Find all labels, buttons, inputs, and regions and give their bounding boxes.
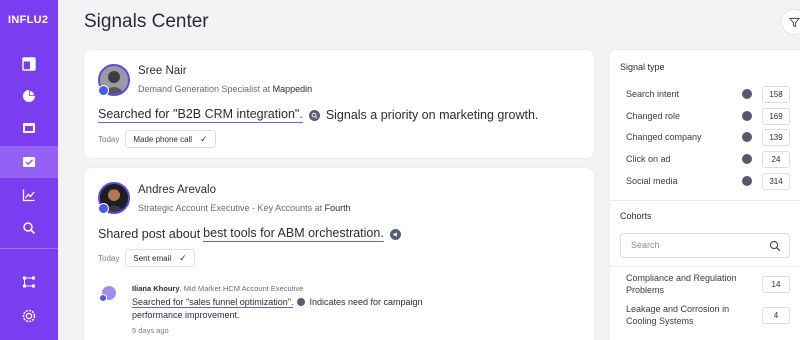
profile-badge-icon [98,85,109,96]
count-badge: 314 [762,172,790,190]
filter-click-on-ad[interactable]: Click on ad 24 [626,150,790,168]
company-signal-icon [742,132,752,142]
signal-meta: Today Sent email ✓ [98,249,195,267]
action-chip[interactable]: Made phone call ✓ [125,130,216,148]
signal-date: Today [98,134,120,144]
nav-workflows[interactable] [0,266,58,298]
panel-divider [610,200,800,201]
nav-dashboard[interactable] [0,48,58,80]
click-signal-icon [742,154,752,164]
count-badge: 158 [762,85,790,103]
checkbox-icon [23,157,35,167]
check-icon: ✓ [179,252,187,263]
window-icon [23,123,35,133]
person-role: Demand Generation Specialist at [138,84,273,94]
count-badge: 139 [762,128,790,146]
pie-chart-icon [23,90,35,102]
cohort-search[interactable] [620,233,790,258]
workflow-icon [23,276,35,288]
filter-panel: Signal type Search intent 158 Changed ro… [610,50,800,340]
search-signal-icon [297,298,306,306]
nav-settings[interactable] [0,300,58,332]
panel-divider [610,266,800,267]
nav-reports[interactable] [0,179,58,211]
filter-icon [788,17,800,27]
cohort-label: Compliance and Regulation Problems [626,273,737,295]
sidebar-divider [0,248,58,249]
person-company[interactable]: Fourth [325,203,351,213]
filter-social-media[interactable]: Social media 314 [626,172,790,190]
search-signal-icon [742,89,752,99]
sidebar: INFLU2 [0,0,58,340]
trend-chart-icon [22,189,35,202]
role-signal-icon [742,111,752,121]
person-company[interactable]: Mappedin [273,84,313,94]
related-person: Iliana Khoury, Mid Market HCM Account Ex… [132,284,304,293]
profile-badge-icon [98,203,109,214]
signal-text: Shared post about best tools for ABM orc… [98,226,407,242]
signal-card[interactable]: Sree Nair Demand Generation Specialist a… [84,50,594,158]
filter-label: Changed company [626,132,702,142]
cohort-item[interactable]: Compliance and Regulation Problems 14 [626,272,790,296]
filter-label: Social media [626,176,678,186]
related-signal-date: 5 days ago [132,326,169,335]
related-signal-text: Searched for "sales funnel optimization"… [132,296,472,322]
person-title: Strategic Account Executive - Key Accoun… [138,203,351,213]
dashboard-icon [22,57,36,71]
nav-content[interactable] [0,112,58,144]
cohort-search-input[interactable] [631,240,761,250]
person-title: Demand Generation Specialist at Mappedin [138,84,312,94]
social-media-signal-icon [389,228,401,240]
count-badge: 14 [762,276,790,293]
count-badge: 169 [762,107,790,125]
related-person-role: Mid Market HCM Account Executive [183,284,304,293]
nav-signals[interactable] [0,146,58,178]
search-icon [23,222,36,235]
signal-type-heading: Signal type [620,62,665,72]
nav-analytics[interactable] [0,80,58,112]
cohorts-heading: Cohorts [620,211,652,221]
signal-link[interactable]: best tools for ABM orchestration. [203,226,384,242]
search-signal-icon [308,109,320,121]
signal-date: Today [98,253,120,263]
megaphone-signal-icon [742,176,752,186]
person-name[interactable]: Andres Arevalo [138,184,216,196]
filter-button[interactable] [781,9,800,35]
check-icon: ✓ [200,133,208,144]
signal-description: Signals a priority on marketing growth. [325,108,539,122]
cohort-item[interactable]: Leakage and Corrosion in Cooling Systems… [626,303,790,327]
search-icon[interactable] [769,240,781,252]
filter-changed-role[interactable]: Changed role 169 [626,107,790,125]
filter-label: Click on ad [626,154,671,164]
signal-text: Searched for "B2B CRM integration". Sign… [98,107,538,123]
signal-card[interactable]: Andres Arevalo Strategic Account Executi… [84,168,594,340]
cohort-label: Leakage and Corrosion in Cooling Systems [626,304,730,326]
action-chip[interactable]: Sent email ✓ [125,249,195,267]
count-badge: 4 [762,307,790,324]
settings-icon [22,309,36,323]
filter-label: Search intent [626,89,680,99]
person-role: Strategic Account Executive - Key Accoun… [138,203,325,213]
profile-badge-icon [99,294,107,302]
filter-label: Changed role [626,111,681,121]
app-logo: INFLU2 [8,14,49,26]
signal-meta: Today Made phone call ✓ [98,130,216,148]
action-label: Sent email [133,253,172,263]
related-signal-link[interactable]: Searched for "sales funnel optimization"… [132,297,294,308]
related-person-name[interactable]: Iliana Khoury [132,284,180,293]
page-title: Signals Center [84,11,209,32]
signal-link[interactable]: Searched for "B2B CRM integration". [98,107,303,123]
signal-prefix: Shared post about [98,227,201,241]
count-badge: 24 [762,150,790,168]
action-label: Made phone call [133,134,193,144]
filter-changed-company[interactable]: Changed company 139 [626,128,790,146]
person-name[interactable]: Sree Nair [138,65,187,77]
filter-search-intent[interactable]: Search intent 158 [626,85,790,103]
nav-search[interactable] [0,212,58,244]
